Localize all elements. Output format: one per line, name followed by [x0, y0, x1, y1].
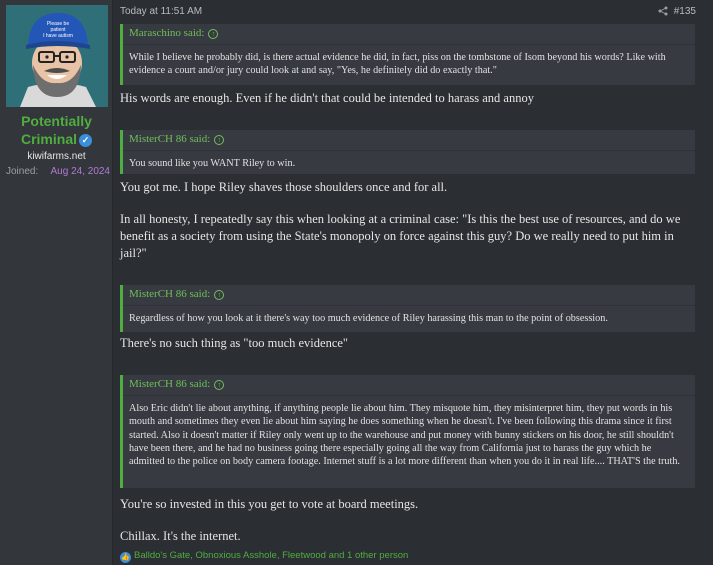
- arrow-up-circle-icon[interactable]: ↑: [208, 29, 219, 39]
- share-icon[interactable]: [658, 6, 668, 19]
- reactions-bar[interactable]: 👍 Balldo's Gate, Obnoxious Asshole, Fleet…: [120, 550, 408, 563]
- arrow-up-circle-icon[interactable]: ↑: [214, 380, 225, 390]
- reactions-list[interactable]: Balldo's Gate, Obnoxious Asshole, Fleetw…: [134, 550, 408, 561]
- like-icon: 👍: [120, 552, 131, 563]
- arrow-up-circle-icon[interactable]: ↑: [214, 135, 225, 145]
- quote-block: MisterCH 86 said: ↑ Regardless of how you…: [120, 285, 695, 332]
- quote-header[interactable]: MisterCH 86 said: ↑: [123, 285, 695, 306]
- reply-text: You're so invested in this you get to vo…: [120, 497, 419, 511]
- quote-author[interactable]: MisterCH 86 said:: [129, 133, 210, 145]
- quote-block: MisterCH 86 said: ↑ You sound like you WA…: [120, 130, 695, 174]
- quote-body: While I believe he probably did, is ther…: [129, 52, 666, 77]
- quote-body: Regardless of how you look at it there's…: [129, 313, 608, 324]
- user-title: kiwifarms.net: [27, 151, 86, 162]
- quote-author[interactable]: MisterCH 86 said:: [129, 378, 210, 390]
- quote-author[interactable]: Maraschino said:: [129, 27, 204, 39]
- quote-header[interactable]: MisterCH 86 said: ↑: [123, 375, 695, 396]
- quote-author[interactable]: MisterCH 86 said:: [129, 288, 210, 300]
- reply-text: There's no such thing as "too much evide…: [120, 336, 349, 350]
- reply-text: You got me. I hope Riley shaves those sh…: [120, 180, 448, 194]
- reply-text: His words are enough. Even if he didn't …: [120, 91, 534, 105]
- arrow-up-circle-icon[interactable]: ↑: [214, 290, 225, 300]
- quote-block: MisterCH 86 said: ↑ Also Eric didn't lie …: [120, 375, 695, 488]
- username[interactable]: Potentially Criminal ✓: [0, 112, 113, 148]
- post-timestamp[interactable]: Today at 11:51 AM: [120, 6, 202, 17]
- username-line-2[interactable]: Criminal: [21, 131, 77, 147]
- avatar-cap-text-3: I have autism: [43, 33, 73, 39]
- quote-header[interactable]: Maraschino said: ↑: [123, 24, 695, 45]
- avatar[interactable]: Please be patient I have autism: [6, 5, 108, 107]
- username-line-1[interactable]: Potentially: [0, 112, 113, 130]
- avatar-image: Please be patient I have autism: [6, 5, 108, 107]
- user-sidebar: Please be patient I have autism Potentia…: [0, 0, 113, 565]
- post-number[interactable]: #135: [674, 6, 696, 17]
- joined-label: Joined:: [6, 166, 39, 177]
- joined-row: Joined: Aug 24, 2024: [6, 166, 110, 177]
- reply-text: In all honesty, I repeatedly say this wh…: [120, 212, 681, 260]
- quote-body: You sound like you WANT Riley to win.: [129, 158, 296, 169]
- post-header: Today at 11:51 AM #135: [120, 6, 696, 20]
- quote-body: Also Eric didn't lie about anything, if …: [129, 403, 680, 468]
- quote-block: Maraschino said: ↑ While I believe he pro…: [120, 24, 695, 85]
- verified-badge-icon: ✓: [79, 134, 92, 147]
- joined-date: Aug 24, 2024: [50, 166, 111, 177]
- reply-text: Chillax. It's the internet.: [120, 529, 241, 543]
- quote-header[interactable]: MisterCH 86 said: ↑: [123, 130, 695, 151]
